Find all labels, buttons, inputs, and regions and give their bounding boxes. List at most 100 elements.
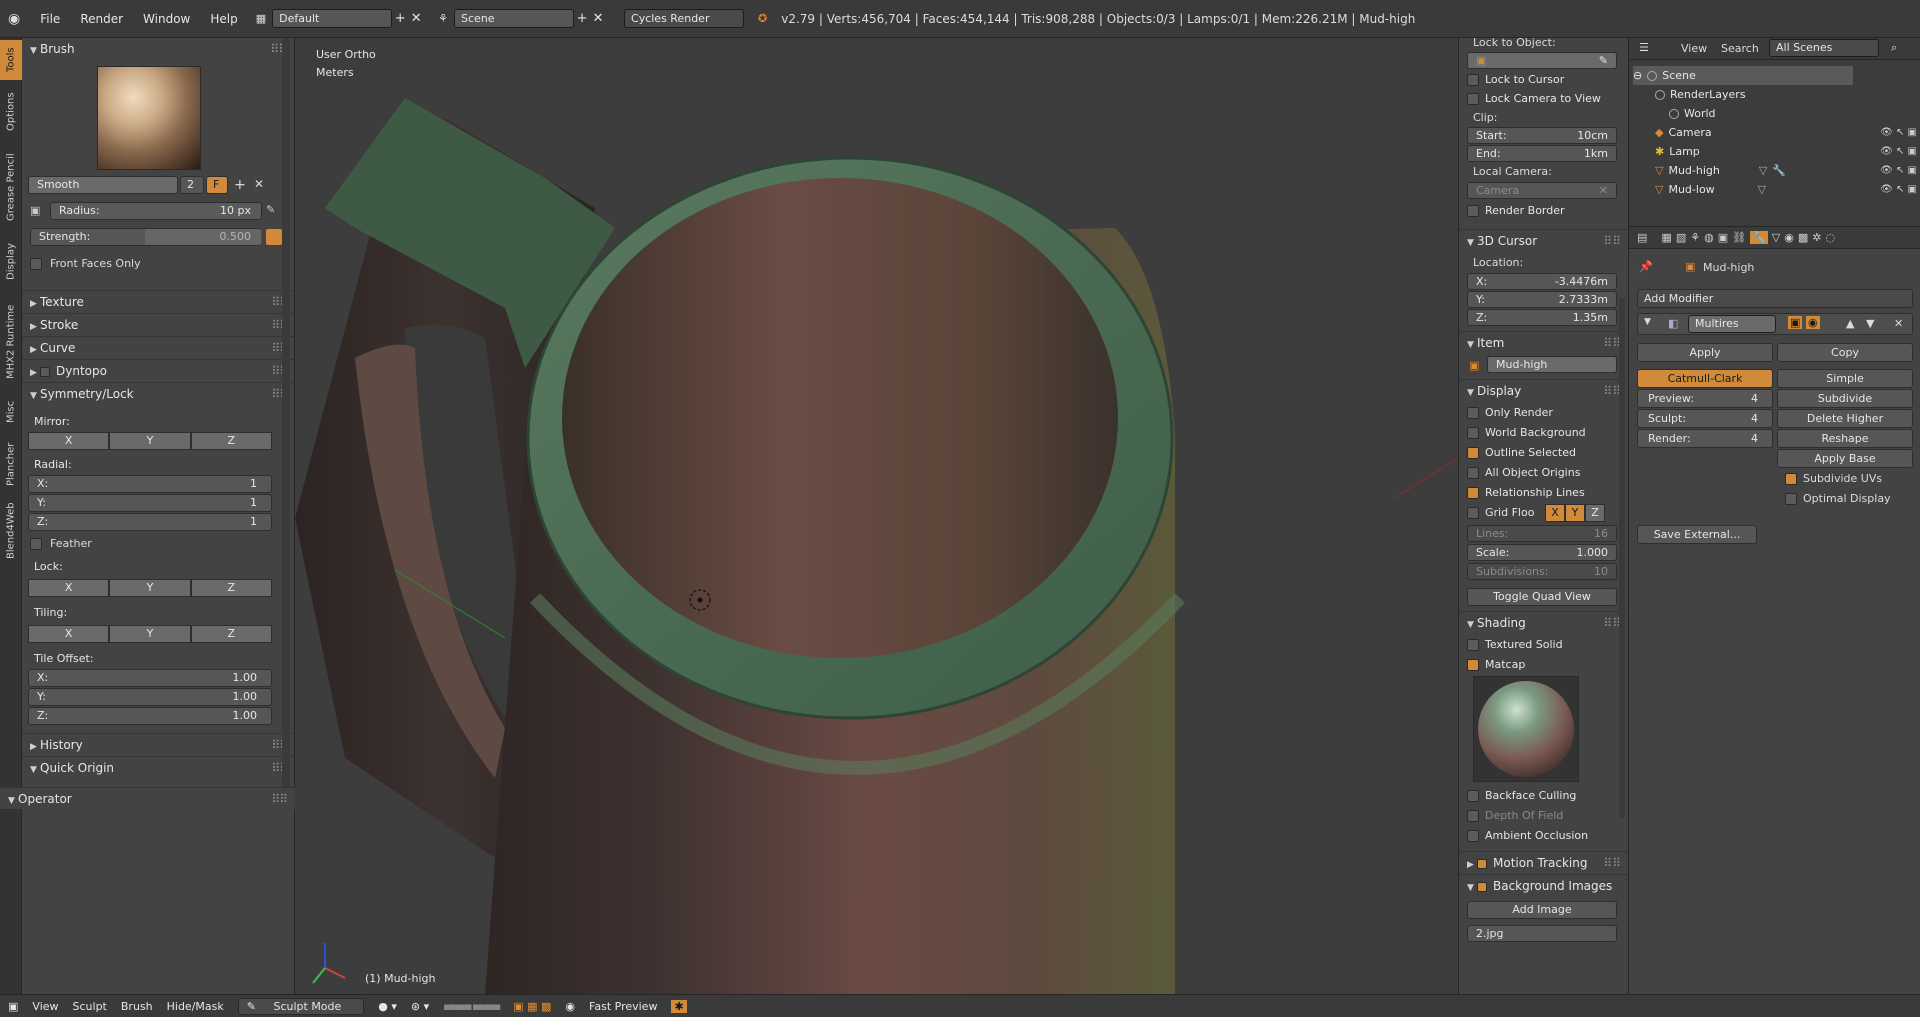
collapse-modifier-icon[interactable]: ▼ bbox=[1644, 317, 1651, 327]
world-background-checkbox[interactable]: World Background bbox=[1467, 426, 1586, 439]
clip-end-field[interactable]: End: 1km bbox=[1467, 145, 1617, 162]
lock-z-toggle[interactable]: Z bbox=[190, 579, 272, 597]
display-panel-header[interactable]: ▼ Display ⠿⠿ bbox=[1459, 379, 1628, 401]
viewport-shading-icon[interactable]: ● ▾ bbox=[378, 1000, 397, 1013]
outliner-visibility-column[interactable]: 👁 ↖ ▣ 👁 ↖ ▣ 👁 ↖ ▣ 👁 ↖ ▣ bbox=[1857, 123, 1917, 203]
outline-selected-checkbox[interactable]: Outline Selected bbox=[1467, 446, 1576, 459]
lock-object-field[interactable]: ▣ ✎ bbox=[1467, 52, 1617, 69]
lock-radius-icon[interactable]: ▣ bbox=[30, 204, 40, 217]
motion-tracking-panel-header[interactable]: ▶ Motion Tracking ⠿⠿ bbox=[1459, 851, 1628, 873]
grid-z-toggle[interactable]: Z bbox=[1585, 504, 1605, 522]
outliner-item-world[interactable]: World bbox=[1669, 104, 1716, 123]
dyntopo-panel-header[interactable]: ▶ Dyntopo ⠿⠿ bbox=[22, 359, 294, 381]
symmetry-panel-header[interactable]: ▼ Symmetry/Lock ⠿⠿ bbox=[22, 382, 294, 404]
clip-start-field[interactable]: Start: 10cm bbox=[1467, 127, 1617, 144]
grid-floor-checkbox[interactable]: Grid Floo bbox=[1467, 506, 1534, 519]
outliner-item-lamp[interactable]: ✱ Lamp bbox=[1655, 142, 1700, 161]
item-name-field[interactable]: Mud-high bbox=[1487, 356, 1617, 373]
outliner-item-renderlayers[interactable]: RenderLayers bbox=[1655, 85, 1746, 104]
npanel-scrollbar[interactable] bbox=[1619, 298, 1625, 818]
fast-preview-toggle-icon[interactable]: ✱ bbox=[671, 999, 687, 1013]
hide-mask-menu[interactable]: Hide/Mask bbox=[167, 1000, 224, 1013]
optimal-display-checkbox[interactable]: Optimal Display bbox=[1785, 492, 1891, 505]
tab-tools[interactable]: Tools bbox=[0, 40, 22, 80]
show-in-viewport-icon[interactable]: ◉ bbox=[1806, 316, 1820, 329]
lock-y-toggle[interactable]: Y bbox=[109, 579, 191, 597]
render-engine-dropdown[interactable]: Cycles Render bbox=[624, 9, 745, 28]
background-image-item[interactable]: 2.jpg bbox=[1467, 925, 1617, 942]
backface-culling-checkbox[interactable]: Backface Culling bbox=[1467, 789, 1576, 802]
reshape-button[interactable]: Reshape bbox=[1777, 429, 1913, 448]
menu-window[interactable]: Window bbox=[133, 12, 200, 26]
brush-name-field[interactable]: Smooth bbox=[28, 176, 178, 194]
outliner-filter-dropdown[interactable]: All Scenes bbox=[1769, 39, 1879, 57]
radius-pressure-icon[interactable]: ✎ bbox=[266, 203, 275, 216]
only-render-checkbox[interactable]: Only Render bbox=[1467, 406, 1553, 419]
layers-tab-icon[interactable]: ▧ bbox=[1676, 231, 1686, 244]
remove-brush-icon[interactable]: ✕ bbox=[254, 177, 264, 191]
remove-scene-icon[interactable]: ✕ bbox=[590, 11, 606, 27]
add-brush-icon[interactable]: + bbox=[234, 177, 246, 193]
item-panel-header[interactable]: ▼ Item ⠿⠿ bbox=[1459, 331, 1628, 353]
grid-subdivisions-field[interactable]: Subdivisions: 10 bbox=[1467, 563, 1617, 580]
delete-higher-button[interactable]: Delete Higher bbox=[1777, 409, 1913, 428]
editor-type-icon[interactable]: ▣ bbox=[8, 1000, 18, 1013]
outliner-editor-icon[interactable]: ☰ bbox=[1639, 41, 1649, 54]
radius-slider[interactable]: Radius: 10 px bbox=[50, 202, 262, 220]
outliner-search-icon[interactable]: ⌕ bbox=[1891, 41, 1897, 55]
tab-blend4web[interactable]: Blend4Web bbox=[0, 496, 22, 566]
remove-layout-icon[interactable]: ✕ bbox=[408, 11, 424, 27]
toggle-quad-view-button[interactable]: Toggle Quad View bbox=[1467, 588, 1617, 606]
outliner-item-mud-low[interactable]: ▽ Mud-low ▽ bbox=[1655, 180, 1766, 199]
texture-panel-header[interactable]: ▶ Texture ⠿⠿ bbox=[22, 290, 294, 312]
fast-preview-icon[interactable]: ◉ bbox=[565, 1000, 575, 1013]
history-panel-header[interactable]: ▶ History ⠿⠿ bbox=[22, 733, 294, 755]
physics-tab-icon[interactable]: ◌ bbox=[1825, 231, 1835, 244]
outliner-item-mud-high[interactable]: ▽ Mud-high ▽ 🔧 bbox=[1655, 161, 1786, 180]
front-faces-only-checkbox[interactable]: Front Faces Only bbox=[30, 257, 141, 270]
fake-user-button[interactable]: F bbox=[206, 176, 228, 194]
copy-modifier-button[interactable]: Copy bbox=[1777, 343, 1913, 362]
render-tab-icon[interactable]: ▦ bbox=[1661, 231, 1671, 244]
background-images-panel-header[interactable]: ▼ Background Images bbox=[1459, 874, 1628, 896]
matcap-preview[interactable] bbox=[1473, 676, 1579, 782]
pin-icon[interactable]: 📌 bbox=[1639, 260, 1653, 273]
simple-toggle[interactable]: Simple bbox=[1777, 369, 1913, 388]
3d-cursor-panel-header[interactable]: ▼ 3D Cursor ⠿⠿ bbox=[1459, 229, 1628, 251]
save-external-button[interactable]: Save External... bbox=[1637, 525, 1757, 544]
cursor-x-field[interactable]: X: -3.4476m bbox=[1467, 273, 1617, 290]
tab-mhx2-runtime[interactable]: MHX2 Runtime bbox=[0, 294, 22, 390]
ambient-occlusion-checkbox[interactable]: Ambient Occlusion bbox=[1467, 829, 1588, 842]
scene-icon[interactable]: ⚘ bbox=[438, 12, 448, 25]
move-up-icon[interactable]: ▲ bbox=[1846, 317, 1854, 330]
add-modifier-dropdown[interactable]: Add Modifier bbox=[1637, 289, 1913, 308]
feather-checkbox[interactable]: Feather bbox=[30, 537, 92, 550]
modifier-name-field[interactable]: Multires bbox=[1688, 315, 1776, 333]
fast-preview-label[interactable]: Fast Preview bbox=[589, 1000, 657, 1013]
brush-panel-header[interactable]: ▼ Brush ⠿⠿ bbox=[22, 38, 294, 60]
subdivide-uvs-checkbox[interactable]: Subdivide UVs bbox=[1785, 472, 1882, 485]
object-tab-icon[interactable]: ▣ bbox=[1718, 231, 1728, 244]
layout-selector[interactable]: Default bbox=[272, 9, 393, 28]
radial-x-field[interactable]: X: 1 bbox=[28, 475, 272, 493]
particles-tab-icon[interactable]: ✲ bbox=[1812, 231, 1821, 244]
view-menu[interactable]: View bbox=[32, 1000, 58, 1013]
strength-pressure-icon[interactable] bbox=[266, 229, 282, 245]
add-image-button[interactable]: Add Image bbox=[1467, 901, 1617, 919]
radial-y-field[interactable]: Y: 1 bbox=[28, 494, 272, 512]
lock-to-cursor-checkbox[interactable]: Lock to Cursor bbox=[1467, 73, 1564, 86]
add-scene-icon[interactable]: + bbox=[574, 11, 590, 27]
local-camera-field[interactable]: Camera ✕ bbox=[1467, 182, 1617, 199]
world-tab-icon[interactable]: ◍ bbox=[1704, 231, 1714, 244]
apply-modifier-button[interactable]: Apply bbox=[1637, 343, 1773, 362]
apply-base-button[interactable]: Apply Base bbox=[1777, 449, 1913, 468]
tab-options[interactable]: Options bbox=[0, 82, 22, 142]
mode-dropdown[interactable]: ✎ Sculpt Mode bbox=[237, 997, 365, 1015]
texture-tab-icon[interactable]: ▩ bbox=[1798, 231, 1808, 244]
textured-solid-checkbox[interactable]: Textured Solid bbox=[1467, 638, 1563, 651]
blender-logo-icon[interactable]: ◉ bbox=[8, 11, 20, 27]
data-tab-icon[interactable]: ▽ bbox=[1772, 231, 1780, 244]
mirror-x-toggle[interactable]: X bbox=[28, 432, 110, 450]
stroke-panel-header[interactable]: ▶ Stroke ⠿⠿ bbox=[22, 313, 294, 335]
show-in-editmode-icon[interactable]: ▣ bbox=[1788, 316, 1803, 329]
